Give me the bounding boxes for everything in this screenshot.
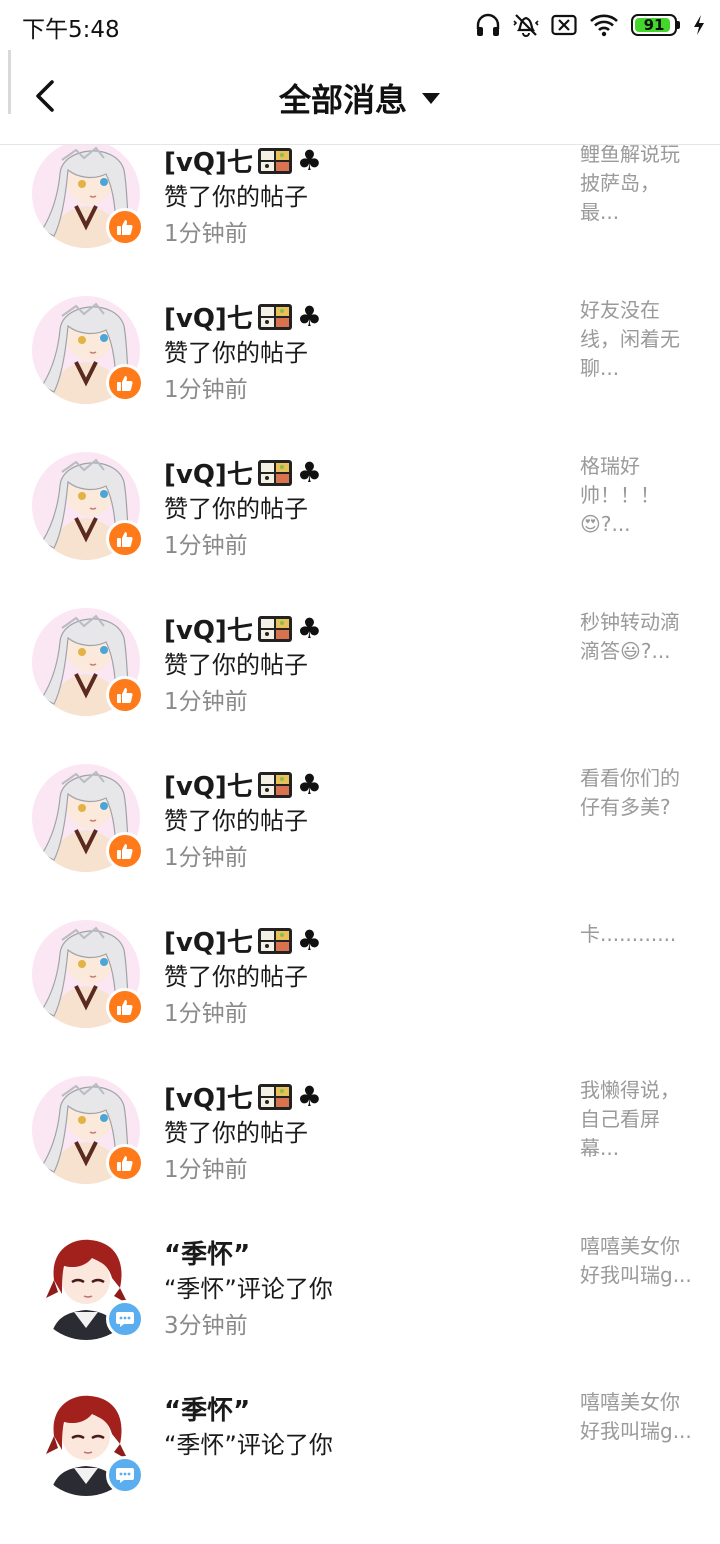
message-row[interactable]: [vQ]七 ♣ 赞了你的帖子 1分钟前 秒钟转动滴滴答😃?... <box>0 608 720 764</box>
sender-name[interactable]: “季怀” <box>164 1390 250 1427</box>
post-preview[interactable]: 看看你们的仔有多美? <box>580 764 692 822</box>
title-bar: 全部消息 <box>0 50 720 145</box>
sender-name-text: “季怀” <box>164 1240 251 1270</box>
message-time: 1分钟前 <box>164 1157 248 1183</box>
sender-name[interactable]: [vQ]七 ♣ <box>164 610 322 647</box>
message-time: 1分钟前 <box>164 689 248 715</box>
bento-icon <box>257 771 292 798</box>
message-action: 赞了你的帖子 <box>164 807 308 835</box>
post-preview[interactable]: 卡............ <box>580 920 692 949</box>
like-badge <box>106 676 144 714</box>
sender-name-text: [vQ]七 <box>164 928 253 958</box>
bento-icon <box>257 147 292 174</box>
like-icon <box>117 844 133 859</box>
post-preview[interactable]: 嘻嘻美女你好我叫瑞g... <box>580 1232 692 1290</box>
triangle-down-icon <box>422 93 440 104</box>
sender-name-text: [vQ]七 <box>164 304 253 334</box>
sender-name-text: [vQ]七 <box>164 772 253 802</box>
club-icon: ♣ <box>296 768 322 801</box>
club-icon: ♣ <box>296 1080 322 1113</box>
message-row[interactable]: [vQ]七 ♣ 赞了你的帖子 1分钟前 好友没在线，闲着无聊... <box>0 296 720 452</box>
message-action: 赞了你的帖子 <box>164 1119 308 1147</box>
sender-name[interactable]: “季怀” <box>164 1234 250 1271</box>
message-row[interactable]: [vQ]七 ♣ 赞了你的帖子 1分钟前 看看你们的仔有多美? <box>0 764 720 920</box>
like-badge <box>106 1144 144 1182</box>
like-badge <box>106 520 144 558</box>
title-dropdown[interactable]: 全部消息 <box>0 74 720 122</box>
message-action: 赞了你的帖子 <box>164 495 308 523</box>
message-time: 1分钟前 <box>164 533 248 559</box>
like-badge <box>106 208 144 246</box>
message-row[interactable]: [vQ]七 ♣ 赞了你的帖子 1分钟前 卡............ <box>0 920 720 1076</box>
sender-name[interactable]: [vQ]七 ♣ <box>164 298 322 335</box>
sender-name-text: [vQ]七 <box>164 148 253 178</box>
like-icon <box>117 532 133 547</box>
comment-badge <box>106 1300 144 1338</box>
club-icon: ♣ <box>296 300 322 333</box>
like-icon <box>117 220 133 235</box>
bento-icon <box>257 927 292 954</box>
bento-icon <box>257 1083 292 1110</box>
sender-name-text: [vQ]七 <box>164 460 253 490</box>
post-preview[interactable]: 我懒得说，自己看屏幕... <box>580 1076 692 1163</box>
message-row[interactable]: [vQ]七 ♣ 赞了你的帖子 1分钟前 格瑞好帅！！！😍?... <box>0 452 720 608</box>
club-icon: ♣ <box>296 924 322 957</box>
message-action: 赞了你的帖子 <box>164 339 308 367</box>
post-preview[interactable]: 格瑞好帅！！！😍?... <box>580 452 692 539</box>
post-preview[interactable]: 嘻嘻美女你好我叫瑞g... <box>580 1388 692 1446</box>
club-icon: ♣ <box>296 612 322 645</box>
message-row[interactable]: “季怀” “季怀”评论了你 嘻嘻美女你好我叫瑞g... <box>0 1388 720 1544</box>
sender-name-text: “季怀” <box>164 1396 251 1426</box>
message-time: 3分钟前 <box>164 1313 248 1339</box>
message-time: 1分钟前 <box>164 221 248 247</box>
bento-icon <box>257 615 292 642</box>
like-icon <box>117 376 133 391</box>
sender-name[interactable]: [vQ]七 ♣ <box>164 142 322 179</box>
sender-name[interactable]: [vQ]七 ♣ <box>164 1078 322 1115</box>
message-action: 赞了你的帖子 <box>164 183 308 211</box>
comment-icon <box>116 1312 134 1327</box>
message-time: 1分钟前 <box>164 377 248 403</box>
like-badge <box>106 988 144 1026</box>
post-preview[interactable]: 鲤鱼解说玩披萨岛，最... <box>580 140 692 227</box>
message-action: 赞了你的帖子 <box>164 651 308 679</box>
bento-icon <box>257 303 292 330</box>
message-action: “季怀”评论了你 <box>164 1431 333 1459</box>
sender-name[interactable]: [vQ]七 ♣ <box>164 766 322 803</box>
message-row[interactable]: “季怀” “季怀”评论了你 3分钟前 嘻嘻美女你好我叫瑞g... <box>0 1232 720 1388</box>
message-action: 赞了你的帖子 <box>164 963 308 991</box>
post-preview[interactable]: 秒钟转动滴滴答😃?... <box>580 608 692 666</box>
like-icon <box>117 1000 133 1015</box>
comment-badge <box>106 1456 144 1494</box>
like-icon <box>117 688 133 703</box>
message-list: [vQ]七 ♣ 赞了你的帖子 1分钟前 鲤鱼解说玩披萨岛，最... [vQ]七 ♣ 赞了你的帖… <box>0 0 720 1496</box>
like-icon <box>117 1156 133 1171</box>
sender-name[interactable]: [vQ]七 ♣ <box>164 454 322 491</box>
club-icon: ♣ <box>296 144 322 177</box>
sender-name-text: [vQ]七 <box>164 616 253 646</box>
message-time: 1分钟前 <box>164 1001 248 1027</box>
message-action: “季怀”评论了你 <box>164 1275 333 1303</box>
message-row[interactable]: [vQ]七 ♣ 赞了你的帖子 1分钟前 我懒得说，自己看屏幕... <box>0 1076 720 1232</box>
like-badge <box>106 832 144 870</box>
post-preview[interactable]: 好友没在线，闲着无聊... <box>580 296 692 383</box>
page-title: 全部消息 <box>278 81 407 119</box>
club-icon: ♣ <box>296 456 322 489</box>
sender-name-text: [vQ]七 <box>164 1084 253 1114</box>
bento-icon <box>257 459 292 486</box>
sender-name[interactable]: [vQ]七 ♣ <box>164 922 322 959</box>
like-badge <box>106 364 144 402</box>
comment-icon <box>116 1468 134 1483</box>
message-row[interactable]: [vQ]七 ♣ 赞了你的帖子 1分钟前 鲤鱼解说玩披萨岛，最... <box>0 140 720 296</box>
message-time: 1分钟前 <box>164 845 248 871</box>
